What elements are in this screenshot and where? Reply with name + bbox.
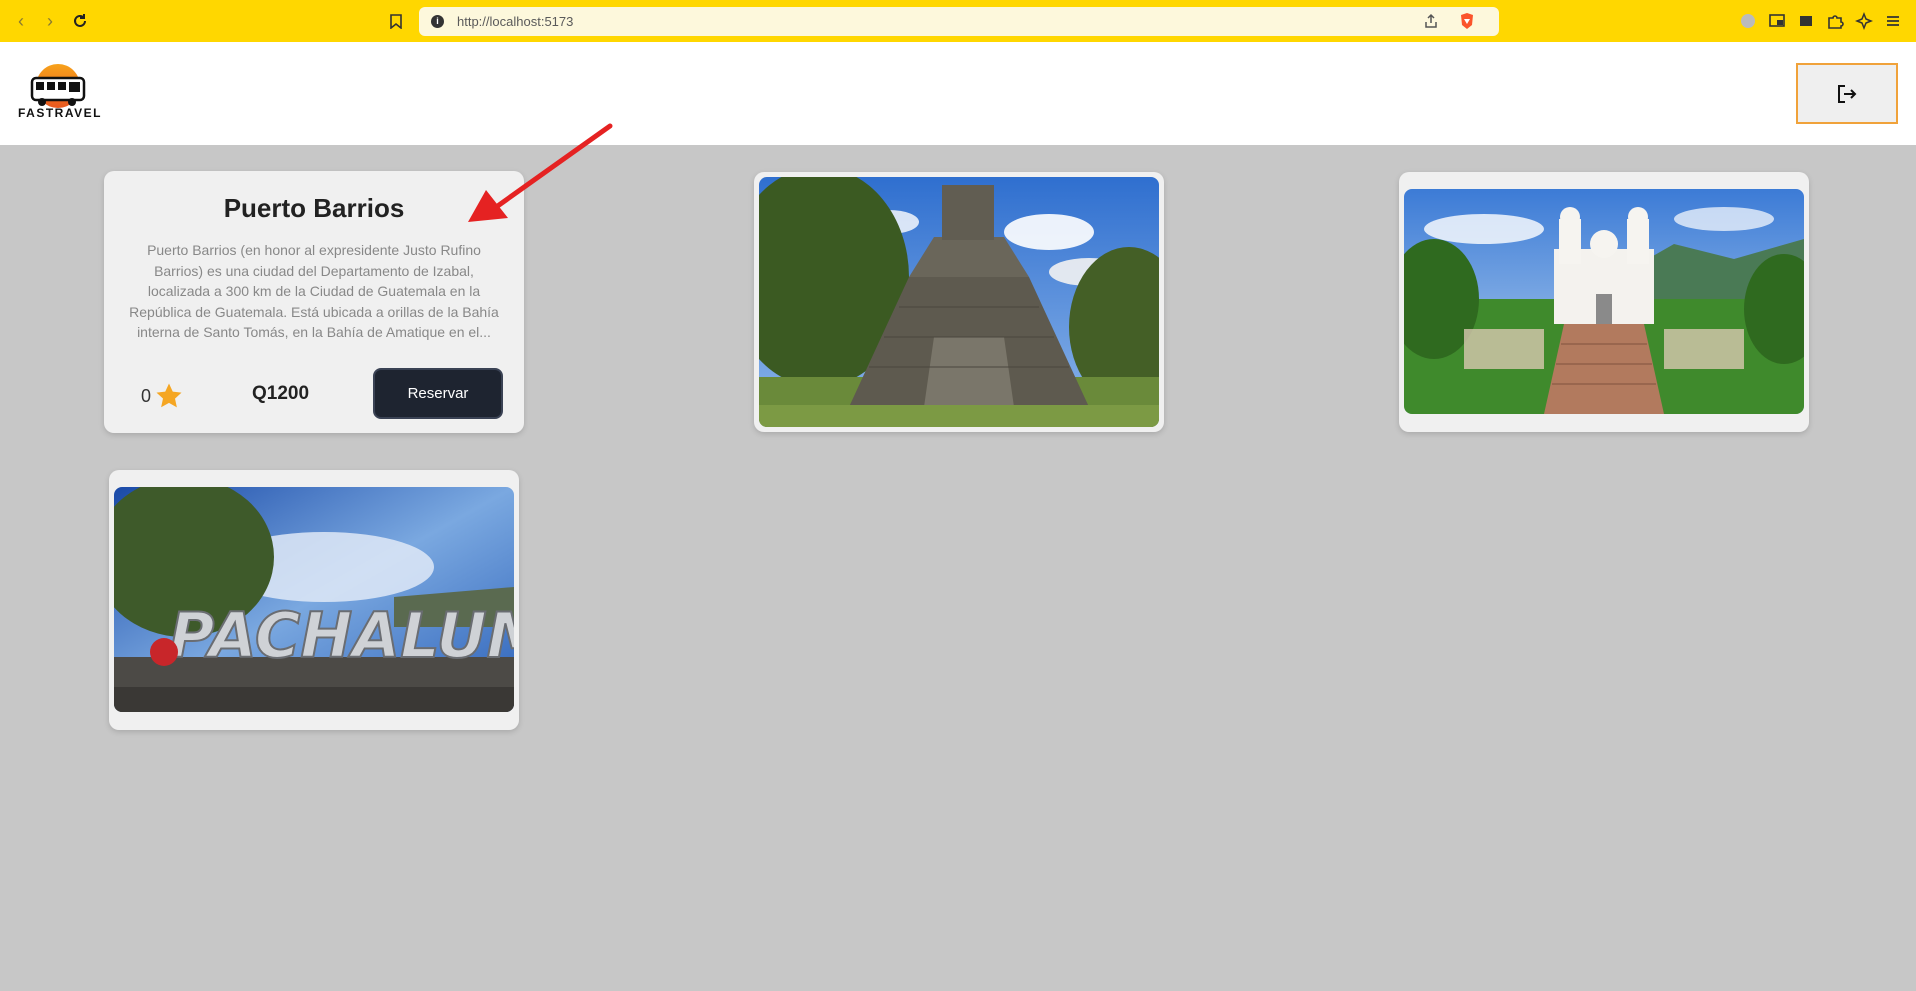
app-header: FASTRAVEL	[0, 42, 1916, 145]
address-bar[interactable]: i http://localhost:5173	[419, 7, 1499, 36]
forward-icon[interactable]: ›	[39, 10, 61, 32]
destination-card-esquipulas[interactable]	[1399, 172, 1809, 432]
star-icon	[156, 383, 182, 408]
sign-text: PACHALUM	[169, 599, 514, 672]
extension-icon[interactable]	[1739, 12, 1757, 30]
card-description: Puerto Barrios (en honor al expresidente…	[129, 242, 499, 340]
destination-card-tikal[interactable]	[754, 172, 1164, 432]
share-icon[interactable]	[1423, 13, 1439, 34]
logout-icon	[1838, 84, 1857, 103]
tikal-pyramid-image	[759, 177, 1159, 427]
pachalum-sign-image: PACHALUM	[114, 487, 514, 712]
sparkle-icon[interactable]	[1854, 11, 1874, 31]
url-text: http://localhost:5173	[457, 14, 574, 29]
reserve-button[interactable]: Reservar	[373, 368, 503, 419]
card-price: Q1200	[252, 383, 310, 404]
destination-card-pachalum[interactable]: PACHALUM	[109, 470, 519, 730]
reload-icon[interactable]	[69, 10, 91, 32]
menu-icon[interactable]	[1884, 12, 1902, 30]
esquipulas-basilica-image	[1404, 189, 1804, 414]
rating-value: 0	[141, 385, 152, 406]
back-icon[interactable]: ‹	[10, 10, 32, 32]
brave-shield-icon[interactable]	[1459, 12, 1475, 35]
site-info-icon[interactable]: i	[431, 15, 444, 28]
bookmark-icon[interactable]	[385, 10, 407, 32]
browser-toolbar: ‹ › i http://localhost:5173	[0, 0, 1916, 42]
logo-text: FASTRAVEL	[18, 106, 102, 120]
puzzle-icon[interactable]	[1826, 12, 1844, 30]
picture-in-picture-icon[interactable]	[1768, 12, 1786, 30]
annotation-arrow	[468, 123, 613, 222]
extension-icon[interactable]	[1797, 12, 1815, 30]
logout-button[interactable]	[1796, 63, 1898, 124]
card-rating: 0	[141, 381, 185, 411]
